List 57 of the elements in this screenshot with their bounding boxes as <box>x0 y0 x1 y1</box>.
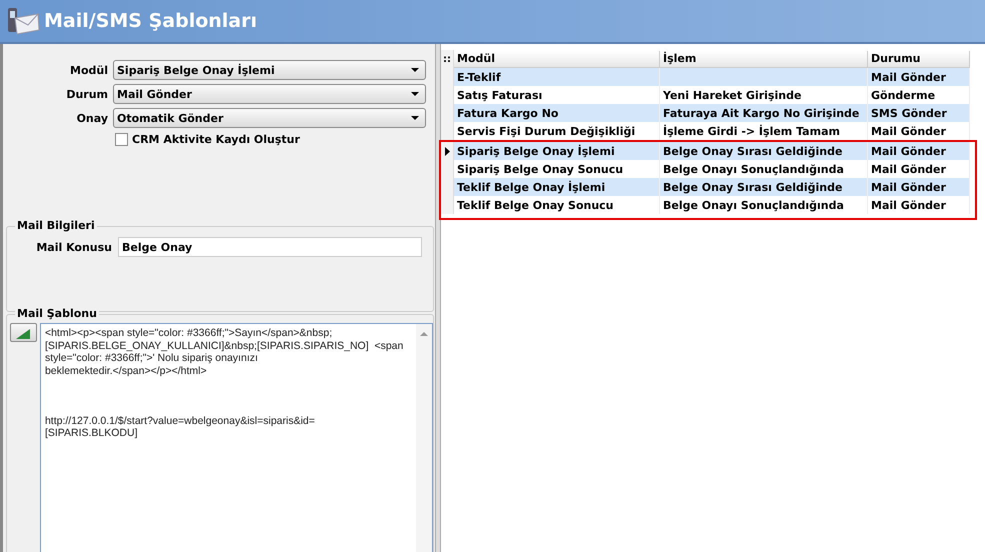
field-label: Onay <box>76 112 109 124</box>
table-row[interactable]: E-Teklif Mail Gönder <box>441 68 985 86</box>
table-row[interactable]: Fatura Kargo No Faturaya Ait Kargo No Girişinde SMS Gönder <box>441 104 985 122</box>
field-label: Mail Konusu <box>35 240 113 254</box>
scroll-up-icon[interactable] <box>420 332 428 336</box>
table-cell: Fatura Kargo No <box>457 106 558 120</box>
field-label: Durum <box>65 88 109 100</box>
table-cell: Mail Gönder <box>871 180 946 194</box>
table-cell: Yeni Hareket Girişinde <box>663 88 802 102</box>
template-editor[interactable]: <html><p><span style="color: #3366ff;">Sayın</span>&nbsp; [SIPARIS.BELGE_ONAY_KULLANICI]&nbsp;[SIPARIS.SIPARIS_NO] <span style="color: #3366ff;">' Nolu sipariş onayınızı beklemektedir.</span></p></html> http://127.0.0.1/$/start?value=wbelgeonay&isl=siparis&id= [SIPARIS.BLKODU] <box>40 323 433 552</box>
caret-icon <box>411 68 419 72</box>
caret-icon <box>411 92 419 96</box>
window-title: Mail/SMS Şablonları <box>44 10 257 32</box>
table-cell: E-Teklif <box>457 70 501 84</box>
table-cell: Gönderme <box>871 88 936 102</box>
field-label: Modül <box>69 64 109 76</box>
dropdown[interactable]: Otomatik Gönder <box>113 108 426 128</box>
grid-corner: :: <box>441 50 454 68</box>
table-row[interactable]: Teklif Belge Onay İşlemi Belge Onay Sırası Geldiğinde Mail Gönder <box>441 178 975 196</box>
table-cell: Belge Onayı Sonuçlandığında <box>663 162 844 176</box>
table-row[interactable]: Servis Fişi Durum Değişikliği İşleme Girdi -> İşlem Tamam Mail Gönder <box>441 122 985 140</box>
scrollbar[interactable] <box>416 324 432 552</box>
caret-icon <box>411 116 419 120</box>
table-cell: SMS Gönder <box>871 106 947 120</box>
table-cell: Satış Faturası <box>457 88 542 102</box>
column-header[interactable]: İşlem <box>660 50 868 68</box>
table-cell: Teklif Belge Onay Sonucu <box>457 198 614 212</box>
subject-field[interactable]: Belge Onay <box>118 237 422 257</box>
table-cell: Servis Fişi Durum Değişikliği <box>457 124 636 138</box>
table-cell: Belge Onayı Sonuçlandığında <box>663 198 844 212</box>
table-cell: Faturaya Ait Kargo No Girişinde <box>663 106 860 120</box>
table-cell: Belge Onay Sırası Geldiğinde <box>663 144 842 158</box>
table-cell: Teklif Belge Onay İşlemi <box>457 180 606 194</box>
row-pointer-icon <box>444 146 450 156</box>
table-cell: Sipariş Belge Onay İşlemi <box>457 144 615 158</box>
phone-envelope-icon <box>6 6 40 36</box>
column-header[interactable]: Modül <box>454 50 660 68</box>
table-cell: Mail Gönder <box>871 198 946 212</box>
checkbox[interactable] <box>115 133 128 146</box>
table-row[interactable]: Sipariş Belge Onay İşlemi Belge Onay Sırası Geldiğinde Mail Gönder <box>441 142 975 160</box>
triangle-icon <box>16 329 30 339</box>
table-cell: Mail Gönder <box>871 144 946 158</box>
table-cell: İşleme Girdi -> İşlem Tamam <box>663 124 840 138</box>
group-title: Mail Şablonu <box>15 307 99 320</box>
column-header[interactable]: Durumu <box>868 50 970 68</box>
group-title: Mail Bilgileri <box>15 219 97 232</box>
table-cell: Mail Gönder <box>871 70 946 84</box>
checkbox-label: CRM Aktivite Kaydı Oluştur <box>132 133 300 146</box>
preview-button[interactable] <box>10 323 37 342</box>
row-selector[interactable] <box>441 142 454 160</box>
table-cell: Mail Gönder <box>871 124 946 138</box>
table-cell: Mail Gönder <box>871 162 946 176</box>
dropdown[interactable]: Sipariş Belge Onay İşlemi <box>113 60 426 80</box>
table-row[interactable]: Teklif Belge Onay Sonucu Belge Onayı Sonuçlandığında Mail Gönder <box>441 196 975 214</box>
table-cell: Sipariş Belge Onay Sonucu <box>457 162 624 176</box>
dropdown[interactable]: Mail Gönder <box>113 84 426 104</box>
table-cell: Belge Onay Sırası Geldiğinde <box>663 180 842 194</box>
